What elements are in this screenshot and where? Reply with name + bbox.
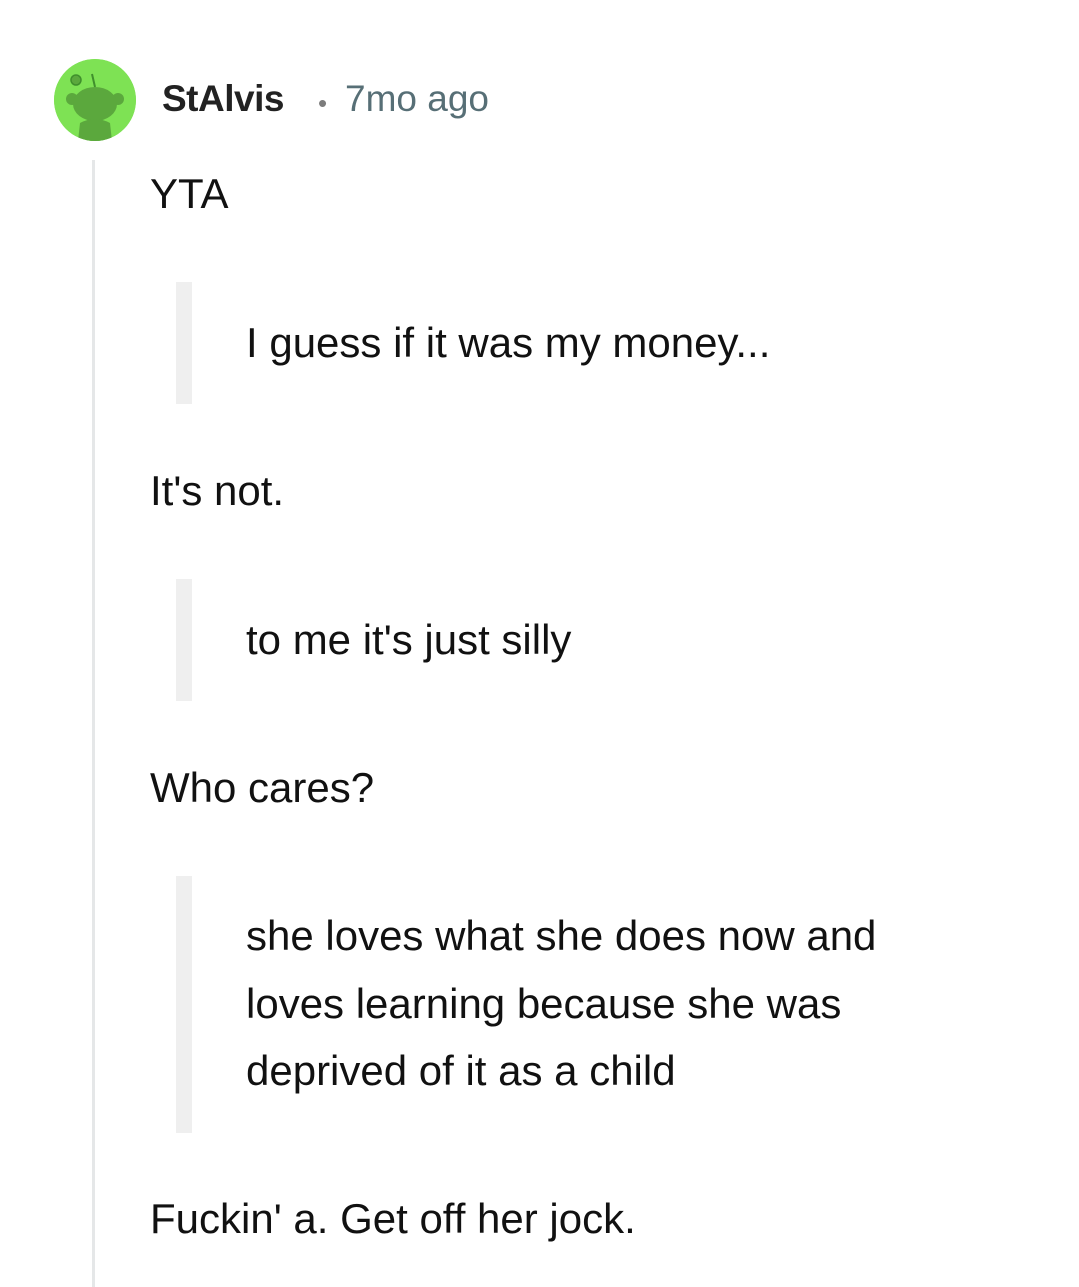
blockquote-bar <box>176 579 192 701</box>
blockquote-bar <box>176 876 192 1133</box>
blockquote-text: to me it's just silly <box>246 616 572 663</box>
user-avatar-icon[interactable] <box>54 59 136 141</box>
comment-paragraph: Who cares? <box>150 764 375 811</box>
blockquote-text-line: loves learning because she was <box>246 980 842 1027</box>
comment-paragraph: It's not. <box>150 467 285 514</box>
thread-collapse-line[interactable] <box>92 160 95 1287</box>
comment-paragraph: Fuckin' a. Get off her jock. <box>150 1195 636 1242</box>
comment-paragraph: YTA <box>150 170 229 217</box>
blockquote-text-line: she loves what she does now and <box>246 912 877 959</box>
blockquote-text-line: deprived of it as a child <box>246 1047 676 1094</box>
username-link[interactable]: StAlvis <box>162 78 284 120</box>
blockquote-bar <box>176 282 192 404</box>
blockquote-text: I guess if it was my money... <box>246 319 771 366</box>
comment-timestamp[interactable]: 7mo ago <box>345 78 489 120</box>
meta-separator: • <box>318 88 328 118</box>
